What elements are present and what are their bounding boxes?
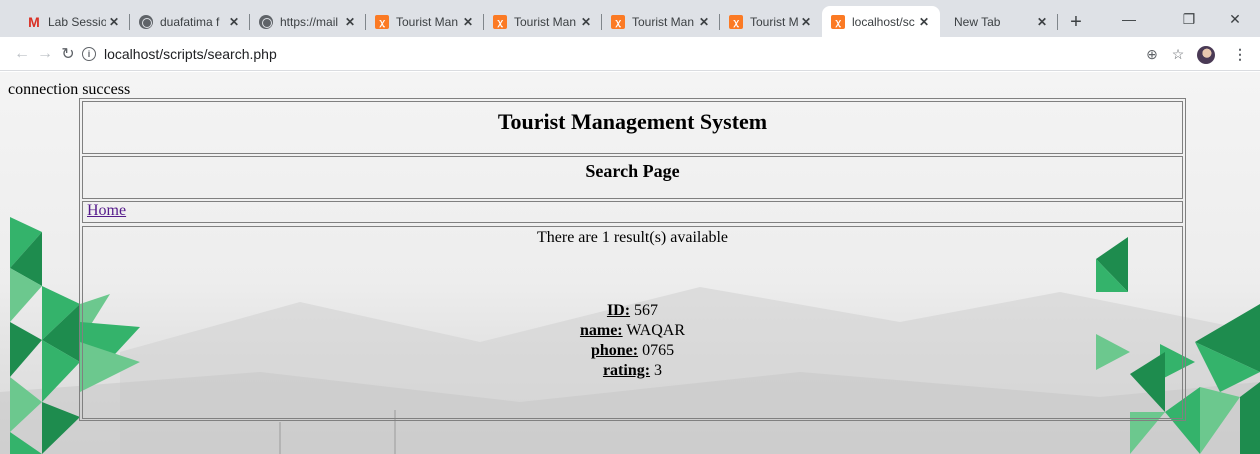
tab-mail[interactable]: https://mail ✕ [250, 6, 366, 37]
record-rating-label: rating: [602, 362, 651, 379]
close-icon[interactable]: ✕ [578, 14, 594, 30]
xampp-icon: ꭓ [374, 14, 390, 30]
record-name-row: name: WAQAR [83, 321, 1182, 341]
tab-title: New Tab [954, 14, 1001, 29]
close-icon[interactable]: ✕ [798, 14, 814, 30]
kebab-menu-icon[interactable]: ⋮ [1228, 42, 1252, 66]
profile-avatar[interactable] [1197, 46, 1215, 64]
back-arrow-icon[interactable]: ← [10, 42, 34, 66]
reload-icon[interactable]: ↻ [56, 42, 80, 66]
browser-toolbar: ← → ↻ i localhost/scripts/search.php ⊕ ☆… [0, 37, 1260, 71]
tab-duafatima[interactable]: duafatima f ✕ [130, 6, 250, 37]
xampp-icon: ꭓ [830, 14, 846, 30]
xampp-icon: ꭓ [610, 14, 626, 30]
tab-title: https://mail [280, 14, 339, 29]
xampp-icon: ꭓ [492, 14, 508, 30]
close-icon[interactable]: ✕ [342, 14, 358, 30]
forward-arrow-icon[interactable]: → [33, 42, 57, 66]
record-rating-value: 3 [654, 362, 663, 379]
results-cell: There are 1 result(s) available ID: 567 … [82, 226, 1183, 419]
tab-title: Tourist Man [514, 14, 577, 29]
title-cell: Tourist Management System [82, 101, 1183, 154]
xampp-icon: ꭓ [728, 14, 744, 30]
nav-cell: Home [82, 201, 1183, 223]
close-icon[interactable]: ✕ [916, 14, 932, 30]
main-table: Tourist Management System Search Page Ho… [79, 98, 1186, 421]
bookmark-star-icon[interactable]: ☆ [1166, 42, 1190, 66]
record-name-value: WAQAR [626, 322, 686, 339]
close-icon[interactable]: ✕ [696, 14, 712, 30]
restore-icon[interactable]: ❐ [1166, 6, 1212, 32]
zoom-icon[interactable]: ⊕ [1140, 42, 1164, 66]
record-id-label: ID: [606, 302, 631, 319]
page-subtitle: Search Page [585, 161, 680, 181]
subtitle-cell: Search Page [82, 156, 1183, 199]
tab-tourist-4[interactable]: ꭓ Tourist Man ✕ [720, 6, 822, 37]
tab-tourist-3[interactable]: ꭓ Tourist Man ✕ [602, 6, 720, 37]
record-phone-row: phone: 0765 [83, 341, 1182, 361]
tab-title: Tourist Man [632, 14, 695, 29]
home-link[interactable]: Home [87, 202, 126, 219]
close-icon[interactable]: ✕ [460, 14, 476, 30]
tab-tourist-2[interactable]: ꭓ Tourist Man ✕ [484, 6, 602, 37]
address-bar[interactable]: i localhost/scripts/search.php [82, 40, 277, 68]
result-record: ID: 567 name: WAQAR phone: 0765 rating: … [83, 301, 1182, 381]
tab-lab-session[interactable]: M Lab Session ✕ [18, 6, 130, 37]
tab-strip: M Lab Session ✕ duafatima f ✕ https://ma… [0, 0, 1260, 37]
tab-title: Lab Session [48, 14, 106, 29]
tab-title: localhost/sc [852, 14, 915, 29]
close-icon[interactable]: ✕ [106, 14, 122, 30]
result-count: There are 1 result(s) available [536, 229, 728, 246]
close-icon[interactable]: ✕ [1034, 14, 1050, 30]
record-phone-label: phone: [590, 342, 639, 359]
tab-tourist-1[interactable]: ꭓ Tourist Man ✕ [366, 6, 484, 37]
globe-icon [258, 14, 274, 30]
tab-title: duafatima f [160, 14, 220, 29]
record-id-row: ID: 567 [83, 301, 1182, 321]
tab-localhost-active[interactable]: ꭓ localhost/sc ✕ [822, 6, 940, 37]
connection-status: connection success [8, 81, 131, 98]
page-viewport: connection success Tourist Management Sy… [0, 72, 1260, 454]
gmail-icon: M [28, 13, 40, 30]
record-phone-value: 0765 [642, 342, 675, 359]
record-name-label: name: [579, 322, 623, 339]
page-title: Tourist Management System [497, 109, 768, 134]
tab-title: Tourist Man [396, 14, 459, 29]
new-tab-plus-icon[interactable]: + [1064, 10, 1088, 34]
site-info-icon[interactable]: i [82, 47, 96, 61]
close-icon[interactable]: ✕ [226, 14, 242, 30]
record-id-value: 567 [634, 302, 659, 319]
minimize-icon[interactable]: — [1106, 6, 1152, 32]
tab-title: Tourist Man [750, 14, 798, 29]
tab-new-tab[interactable]: New Tab ✕ [940, 6, 1058, 37]
window-close-icon[interactable]: ✕ [1212, 6, 1258, 32]
address-url[interactable]: localhost/scripts/search.php [104, 46, 277, 62]
record-rating-row: rating: 3 [83, 361, 1182, 381]
globe-icon [138, 14, 154, 30]
